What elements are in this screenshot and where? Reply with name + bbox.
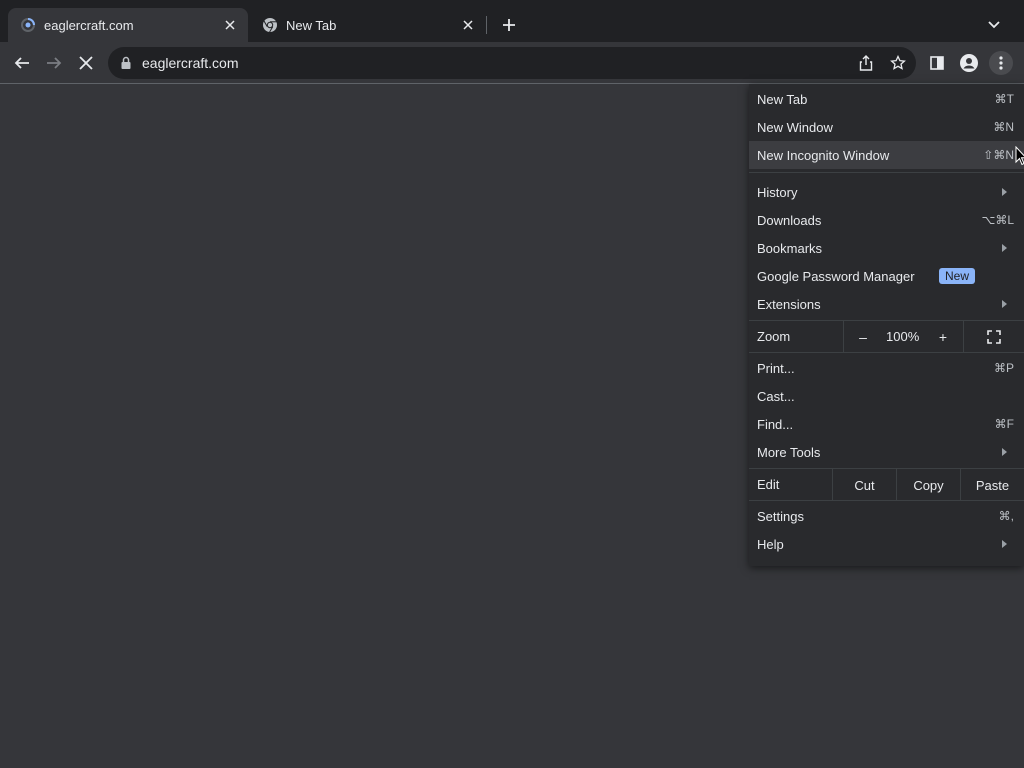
fullscreen-icon: [987, 330, 1001, 344]
tab-eaglercraft[interactable]: eaglercraft.com: [8, 8, 248, 42]
menu-item-print[interactable]: Print... ⌘P: [749, 354, 1024, 382]
bookmark-star-icon[interactable]: [888, 53, 908, 73]
tab-title: New Tab: [286, 17, 337, 33]
menu-item-cast[interactable]: Cast...: [749, 382, 1024, 410]
stop-loading-icon[interactable]: [74, 51, 98, 75]
submenu-arrow-icon: [1002, 188, 1007, 196]
zoom-out-button[interactable]: –: [850, 321, 876, 353]
zoom-controls: – 100% +: [843, 321, 963, 353]
submenu-arrow-icon: [1002, 244, 1007, 252]
address-bar[interactable]: eaglercraft.com: [108, 47, 916, 79]
menu-item-password-manager[interactable]: Google Password Manager New: [749, 262, 1024, 290]
tab-new-tab[interactable]: New Tab: [250, 8, 486, 42]
paste-button[interactable]: Paste: [960, 469, 1024, 501]
menu-item-new-tab[interactable]: New Tab ⌘T: [749, 85, 1024, 113]
zoom-in-button[interactable]: +: [930, 321, 956, 353]
side-panel-icon[interactable]: [925, 51, 949, 75]
menu-item-extensions[interactable]: Extensions: [749, 290, 1024, 318]
fullscreen-button[interactable]: [963, 321, 1024, 353]
new-badge: New: [939, 268, 976, 284]
zoom-level: 100%: [886, 329, 920, 344]
new-tab-plus-icon[interactable]: [498, 14, 520, 36]
cut-button[interactable]: Cut: [832, 469, 896, 501]
menu-row-zoom: Zoom – 100% +: [749, 321, 1024, 353]
submenu-arrow-icon: [1002, 300, 1007, 308]
menu-separator: [749, 500, 1024, 501]
lock-icon[interactable]: [118, 55, 134, 71]
close-tab-icon[interactable]: [220, 15, 240, 35]
share-icon[interactable]: [856, 53, 876, 73]
url-text: eaglercraft.com: [142, 55, 239, 71]
tab-search-chevron-icon[interactable]: [983, 14, 1005, 36]
loading-spinner-icon: [20, 17, 36, 33]
tab-strip: eaglercraft.com New Tab: [0, 0, 1024, 42]
menu-item-new-window[interactable]: New Window ⌘N: [749, 113, 1024, 141]
copy-button[interactable]: Copy: [896, 469, 960, 501]
chrome-main-menu: New Tab ⌘T New Window ⌘N New Incognito W…: [749, 84, 1024, 566]
menu-item-new-incognito-window[interactable]: New Incognito Window ⇧⌘N: [749, 141, 1024, 169]
menu-separator: [749, 352, 1024, 353]
tab-divider: [486, 16, 487, 34]
profile-icon[interactable]: [957, 51, 981, 75]
menu-item-more-tools[interactable]: More Tools: [749, 438, 1024, 466]
menu-item-help[interactable]: Help: [749, 530, 1024, 558]
tab-title: eaglercraft.com: [44, 17, 134, 33]
menu-item-find[interactable]: Find... ⌘F: [749, 410, 1024, 438]
submenu-arrow-icon: [1002, 540, 1007, 548]
more-menu-icon[interactable]: [989, 51, 1013, 75]
mouse-pointer-icon: [1015, 146, 1024, 166]
menu-row-edit: Edit Cut Copy Paste: [749, 469, 1024, 501]
close-tab-icon[interactable]: [458, 15, 478, 35]
menu-separator: [749, 172, 1024, 173]
back-arrow-icon[interactable]: [10, 51, 34, 75]
chrome-logo-icon: [262, 17, 278, 33]
forward-arrow-icon[interactable]: [42, 51, 66, 75]
submenu-arrow-icon: [1002, 448, 1007, 456]
menu-item-settings[interactable]: Settings ⌘,: [749, 502, 1024, 530]
menu-item-history[interactable]: History: [749, 178, 1024, 206]
menu-item-downloads[interactable]: Downloads ⌥⌘L: [749, 206, 1024, 234]
menu-item-bookmarks[interactable]: Bookmarks: [749, 234, 1024, 262]
toolbar: eaglercraft.com: [0, 42, 1024, 84]
